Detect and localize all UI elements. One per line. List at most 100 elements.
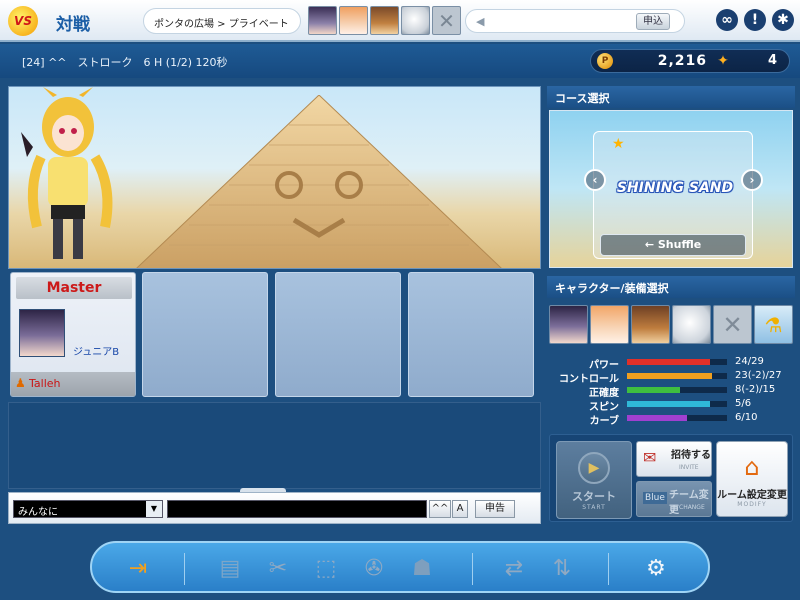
dock-divider bbox=[472, 553, 473, 585]
play-icon: ▶ bbox=[578, 452, 610, 484]
player-slots: Master ジュニアB ♟ Talleh bbox=[8, 270, 541, 400]
prev-course-button[interactable]: ‹ bbox=[584, 169, 606, 191]
bottom-dock: ⇥ ▤ ✂ ⬚ ✇ ☗ ⇄ ⇅ ⚙ bbox=[90, 541, 710, 593]
stat-accuracy: 正確度 8(-2)/15 bbox=[549, 384, 793, 399]
card-icon[interactable]: ▤ bbox=[214, 553, 246, 583]
community-icon[interactable]: ∞ bbox=[716, 9, 738, 31]
pyramid-illustration bbox=[136, 95, 502, 268]
portrait-orange-hair[interactable] bbox=[339, 6, 368, 35]
portrait-brown-item[interactable] bbox=[370, 6, 399, 35]
money-amount: 2,216 bbox=[657, 53, 707, 69]
emote-button[interactable]: ^^ bbox=[429, 500, 451, 518]
chat-log[interactable] bbox=[8, 402, 541, 489]
stat-bar bbox=[627, 359, 727, 365]
invite-button[interactable]: ✉ 招待する INVITE bbox=[636, 441, 712, 477]
ball-slot[interactable] bbox=[672, 305, 711, 344]
player-name-bar: ♟ Talleh bbox=[11, 372, 135, 396]
breadcrumb: ポンタの広場 > プライベート bbox=[143, 8, 301, 34]
modify-label: ルーム設定変更 bbox=[717, 490, 787, 501]
player-character-illustration bbox=[21, 87, 113, 259]
settings-icon[interactable]: ✱ bbox=[772, 9, 794, 31]
stat-bar bbox=[627, 373, 727, 379]
stat-value: 23(-2)/27 bbox=[735, 370, 782, 381]
player-slot-empty-2[interactable] bbox=[275, 272, 401, 397]
stats-panel: パワー 24/29 コントロール 23(-2)/27 正確度 8(-2)/15 … bbox=[549, 350, 793, 430]
shuffle-label: Shuffle bbox=[657, 238, 702, 251]
coin-icon: P bbox=[597, 53, 613, 69]
chevron-down-icon[interactable]: ▼ bbox=[146, 501, 162, 517]
font-button[interactable]: A bbox=[452, 500, 468, 518]
stat-bar-fill bbox=[627, 415, 687, 421]
course-card[interactable]: ★ SHINING SAND ← Shuffle bbox=[593, 131, 753, 259]
house-gear-icon: ⌂ bbox=[744, 453, 760, 481]
player-name: Talleh bbox=[29, 377, 61, 390]
bag-icon[interactable]: ☗ bbox=[406, 553, 438, 583]
swap-icon[interactable]: ⇄ bbox=[498, 553, 530, 583]
stat-bar-fill bbox=[627, 359, 710, 365]
course-selector: ★ SHINING SAND ← Shuffle ‹ › bbox=[549, 110, 793, 268]
equipment-row: ✕ ⚗ bbox=[549, 305, 793, 344]
arrows-icon[interactable]: ⇅ bbox=[546, 553, 578, 583]
character-header: キャラクター/装備選択 bbox=[547, 276, 795, 298]
scroll-icon[interactable]: ✂ bbox=[262, 553, 294, 583]
start-button[interactable]: ▶ スタート START bbox=[556, 441, 632, 519]
player-slot-empty-1[interactable] bbox=[142, 272, 268, 397]
dock-divider bbox=[184, 553, 185, 585]
start-sublabel: START bbox=[582, 504, 606, 511]
vs-logo: VS bbox=[8, 6, 38, 36]
stat-control: コントロール 23(-2)/27 bbox=[549, 370, 793, 385]
shuffle-button[interactable]: ← Shuffle bbox=[600, 234, 746, 256]
modify-room-button[interactable]: ⌂ ルーム設定変更 MODIFY bbox=[716, 441, 788, 517]
start-label: スタート bbox=[572, 490, 616, 503]
stat-bar bbox=[627, 415, 727, 421]
help-icon[interactable]: ! bbox=[744, 9, 766, 31]
team-label: チーム変更 bbox=[669, 490, 709, 516]
stat-spin: スピン 5/6 bbox=[549, 398, 793, 413]
portrait-dark-hair[interactable] bbox=[308, 6, 337, 35]
stat-label: コントロール bbox=[559, 374, 619, 385]
volume-control[interactable]: ◀ 申込 bbox=[465, 9, 685, 33]
info-bar: [24] ^^ ストローク 6 H (1/2) 120秒 P 2,216 ✦ 4 bbox=[0, 44, 800, 78]
stat-label: カーブ bbox=[589, 416, 619, 427]
caddie-slot[interactable] bbox=[590, 305, 629, 344]
stat-power: パワー 24/29 bbox=[549, 356, 793, 371]
plugin-icon[interactable]: ⚙ bbox=[640, 553, 672, 583]
stat-bar bbox=[627, 387, 727, 393]
team-icon: Blue bbox=[643, 492, 667, 504]
team-sublabel: CHANGE bbox=[679, 504, 705, 511]
star-icon: ★ bbox=[612, 136, 625, 152]
course-name: SHINING SAND bbox=[616, 180, 734, 196]
next-course-button[interactable]: › bbox=[741, 169, 763, 191]
club-slot[interactable] bbox=[631, 305, 670, 344]
ball-icon[interactable] bbox=[401, 6, 430, 35]
apply-button[interactable]: 申込 bbox=[636, 13, 670, 30]
envelope-icon: ✉ bbox=[643, 448, 657, 467]
empty-slot-icon[interactable]: ✕ bbox=[432, 6, 461, 35]
chat-input[interactable] bbox=[167, 500, 427, 518]
stat-label: スピン bbox=[589, 402, 619, 413]
currency-box: P 2,216 ✦ 4 bbox=[590, 49, 790, 73]
character-slot[interactable] bbox=[549, 305, 588, 344]
player-slot-master[interactable]: Master ジュニアB ♟ Talleh bbox=[10, 272, 136, 397]
player-slot-empty-3[interactable] bbox=[408, 272, 534, 397]
stat-value: 8(-2)/15 bbox=[735, 384, 776, 395]
report-button[interactable]: 申告 bbox=[475, 500, 515, 518]
exit-icon[interactable]: ⇥ bbox=[122, 553, 154, 583]
invite-sublabel: INVITE bbox=[679, 464, 699, 471]
stat-label: 正確度 bbox=[589, 388, 619, 399]
stat-value: 6/10 bbox=[735, 412, 758, 423]
stat-label: パワー bbox=[589, 360, 619, 371]
gift-icon[interactable]: ⬚ bbox=[310, 553, 342, 583]
stat-bar bbox=[627, 401, 727, 407]
arrow-left-icon: ← bbox=[644, 238, 658, 251]
chat-channel-select[interactable]: みんなに ▼ bbox=[13, 500, 163, 518]
master-label: Master bbox=[16, 277, 132, 299]
potion-icon[interactable]: ⚗ bbox=[754, 305, 793, 344]
team-change-button[interactable]: Blue チーム変更 CHANGE bbox=[636, 481, 712, 517]
gear-trade-icon[interactable]: ✇ bbox=[358, 553, 390, 583]
invite-label: 招待する bbox=[671, 450, 711, 461]
chat-bar: みんなに ▼ ^^ A 申告 bbox=[8, 492, 541, 524]
stat-bar-fill bbox=[627, 401, 710, 407]
empty-equip-icon[interactable]: ✕ bbox=[713, 305, 752, 344]
top-icons: ∞ ! ✱ bbox=[716, 9, 794, 31]
